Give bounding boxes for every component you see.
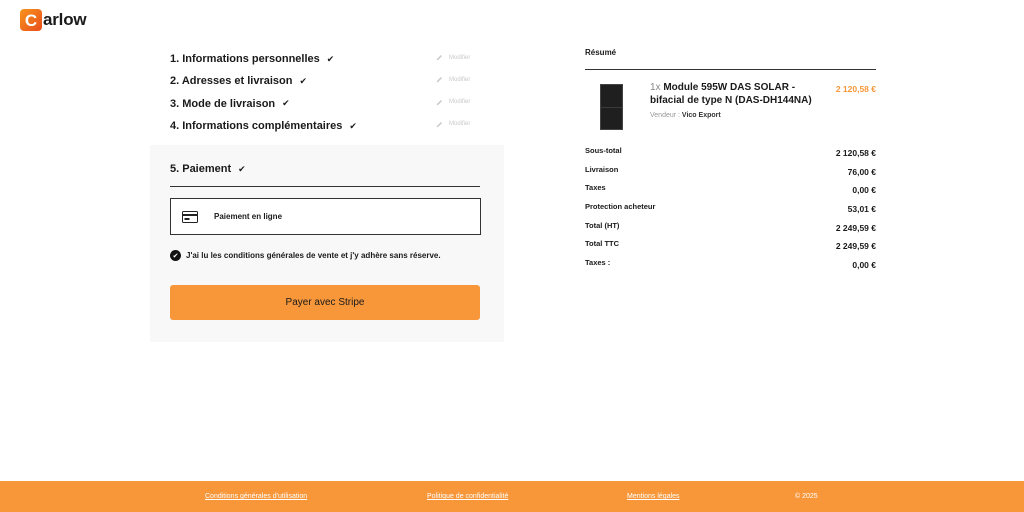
check-icon: ✔	[299, 75, 308, 86]
step-title: 2. Adresses et livraison	[170, 75, 293, 88]
total-row-total-ttc: Total TTC 2 249,59 €	[585, 239, 876, 258]
step-addresses: 2. Adresses et livraison ✔ Modifier	[170, 70, 480, 92]
terms-acceptance: ✔ J'ai lu les conditions générales de ve…	[170, 250, 441, 261]
edit-label: Modifier	[449, 76, 471, 83]
pencil-icon	[436, 99, 443, 106]
payment-divider	[170, 186, 480, 187]
total-value: 2 249,59 €	[835, 222, 876, 233]
footer-link-legal[interactable]: Mentions légales	[627, 493, 680, 500]
step-delivery-mode: 3. Mode de livraison ✔ Modifier	[170, 93, 480, 115]
brand-logo[interactable]: C arlow	[20, 9, 87, 31]
total-label: Taxes :	[585, 258, 611, 268]
step-title: 3. Mode de livraison	[170, 97, 276, 110]
total-label: Total (HT)	[585, 220, 620, 230]
pay-with-stripe-button[interactable]: Payer avec Stripe	[170, 285, 480, 320]
total-value: 2 249,59 €	[835, 241, 876, 252]
total-label: Taxes	[585, 183, 606, 193]
footer-link-privacy[interactable]: Politique de confidentialité	[427, 493, 508, 500]
logo-text: arlow	[43, 10, 87, 29]
total-value: 2 120,58 €	[835, 148, 876, 158]
order-summary: Résumé 1x Module 595W DAS SOLAR - bifaci…	[585, 48, 876, 270]
total-row-taxes-final: Taxes : 0,00 €	[585, 258, 876, 277]
total-value: 76,00 €	[847, 166, 876, 177]
payment-panel: 5. Paiement ✔ Paiement en ligne ✔ J'ai l…	[150, 145, 504, 342]
total-label: Protection acheteur	[585, 202, 656, 212]
product-item: 1x Module 595W DAS SOLAR - bifacial de t…	[585, 82, 876, 134]
vendor-name: Vico Export	[681, 112, 721, 119]
check-icon: ✔	[238, 163, 246, 174]
terms-label: J'ai lu les conditions générales de vent…	[186, 251, 441, 260]
vendor-label: Vendeur :	[650, 112, 680, 119]
product-name: 1x Module 595W DAS SOLAR - bifacial de t…	[650, 82, 830, 107]
pencil-icon	[436, 121, 443, 128]
step-payment: 5. Paiement ✔	[170, 163, 246, 175]
edit-step-button[interactable]: Modifier	[436, 99, 470, 106]
footer-copyright: © 2025	[795, 493, 818, 500]
total-label: Sous-total	[585, 146, 622, 155]
footer: Conditions générales d'utilisation Polit…	[0, 481, 1024, 512]
step-title: 4. Informations complémentaires	[170, 120, 343, 133]
step-title: 5. Paiement	[170, 163, 232, 175]
edit-step-button[interactable]: Modifier	[436, 121, 470, 128]
footer-link-cgu[interactable]: Conditions générales d'utilisation	[205, 493, 307, 500]
edit-label: Modifier	[449, 121, 471, 128]
step-title: 1. Informations personnelles	[170, 53, 320, 66]
total-label: Livraison	[585, 164, 619, 174]
edit-step-button[interactable]: Modifier	[436, 76, 470, 83]
payment-method-label: Paiement en ligne	[214, 212, 283, 221]
product-info: 1x Module 595W DAS SOLAR - bifacial de t…	[650, 82, 830, 119]
pencil-icon	[436, 76, 443, 83]
total-label: Total TTC	[585, 239, 620, 249]
edit-step-button[interactable]: Modifier	[436, 54, 470, 61]
total-row-total-ht: Total (HT) 2 249,59 €	[585, 221, 876, 240]
check-icon: ✔	[349, 120, 357, 131]
credit-card-icon	[182, 210, 198, 223]
product-title: Module 595W DAS SOLAR - bifacial de type…	[650, 82, 812, 106]
total-value: 0,00 €	[852, 260, 876, 271]
product-price: 2 120,58 €	[835, 84, 876, 94]
product-vendor: Vendeur : Vico Export	[650, 112, 830, 119]
summary-divider	[585, 69, 876, 70]
step-personal-info: 1. Informations personnelles ✔ Modifier	[170, 48, 480, 70]
total-row-buyer-protection: Protection acheteur 53,01 €	[585, 202, 876, 221]
total-row-subtotal: Sous-total 2 120,58 €	[585, 146, 876, 165]
total-row-delivery: Livraison 76,00 €	[585, 165, 876, 184]
check-icon: ✔	[326, 53, 335, 64]
total-row-taxes: Taxes 0,00 €	[585, 183, 876, 202]
checkout-page: C arlow 1. Informations personnelles ✔ M…	[0, 0, 1024, 512]
summary-title: Résumé	[585, 48, 617, 57]
pencil-icon	[436, 54, 443, 61]
edit-label: Modifier	[449, 54, 471, 61]
step-additional-info: 4. Informations complémentaires ✔ Modifi…	[170, 115, 480, 137]
product-quantity: 1x	[650, 82, 661, 93]
payment-method-online[interactable]: Paiement en ligne	[170, 198, 481, 235]
solar-panel-image	[600, 84, 623, 130]
terms-checkbox[interactable]: ✔	[170, 250, 181, 261]
check-icon: ✔	[282, 98, 290, 109]
checkout-steps: 1. Informations personnelles ✔ Modifier …	[170, 48, 480, 137]
totals-list: Sous-total 2 120,58 € Livraison 76,00 € …	[585, 146, 876, 277]
logo-mark: C	[20, 9, 42, 31]
edit-label: Modifier	[449, 99, 471, 106]
total-value: 53,01 €	[847, 204, 876, 215]
total-value: 0,00 €	[852, 185, 876, 196]
checkmark-icon: ✔	[172, 252, 179, 260]
